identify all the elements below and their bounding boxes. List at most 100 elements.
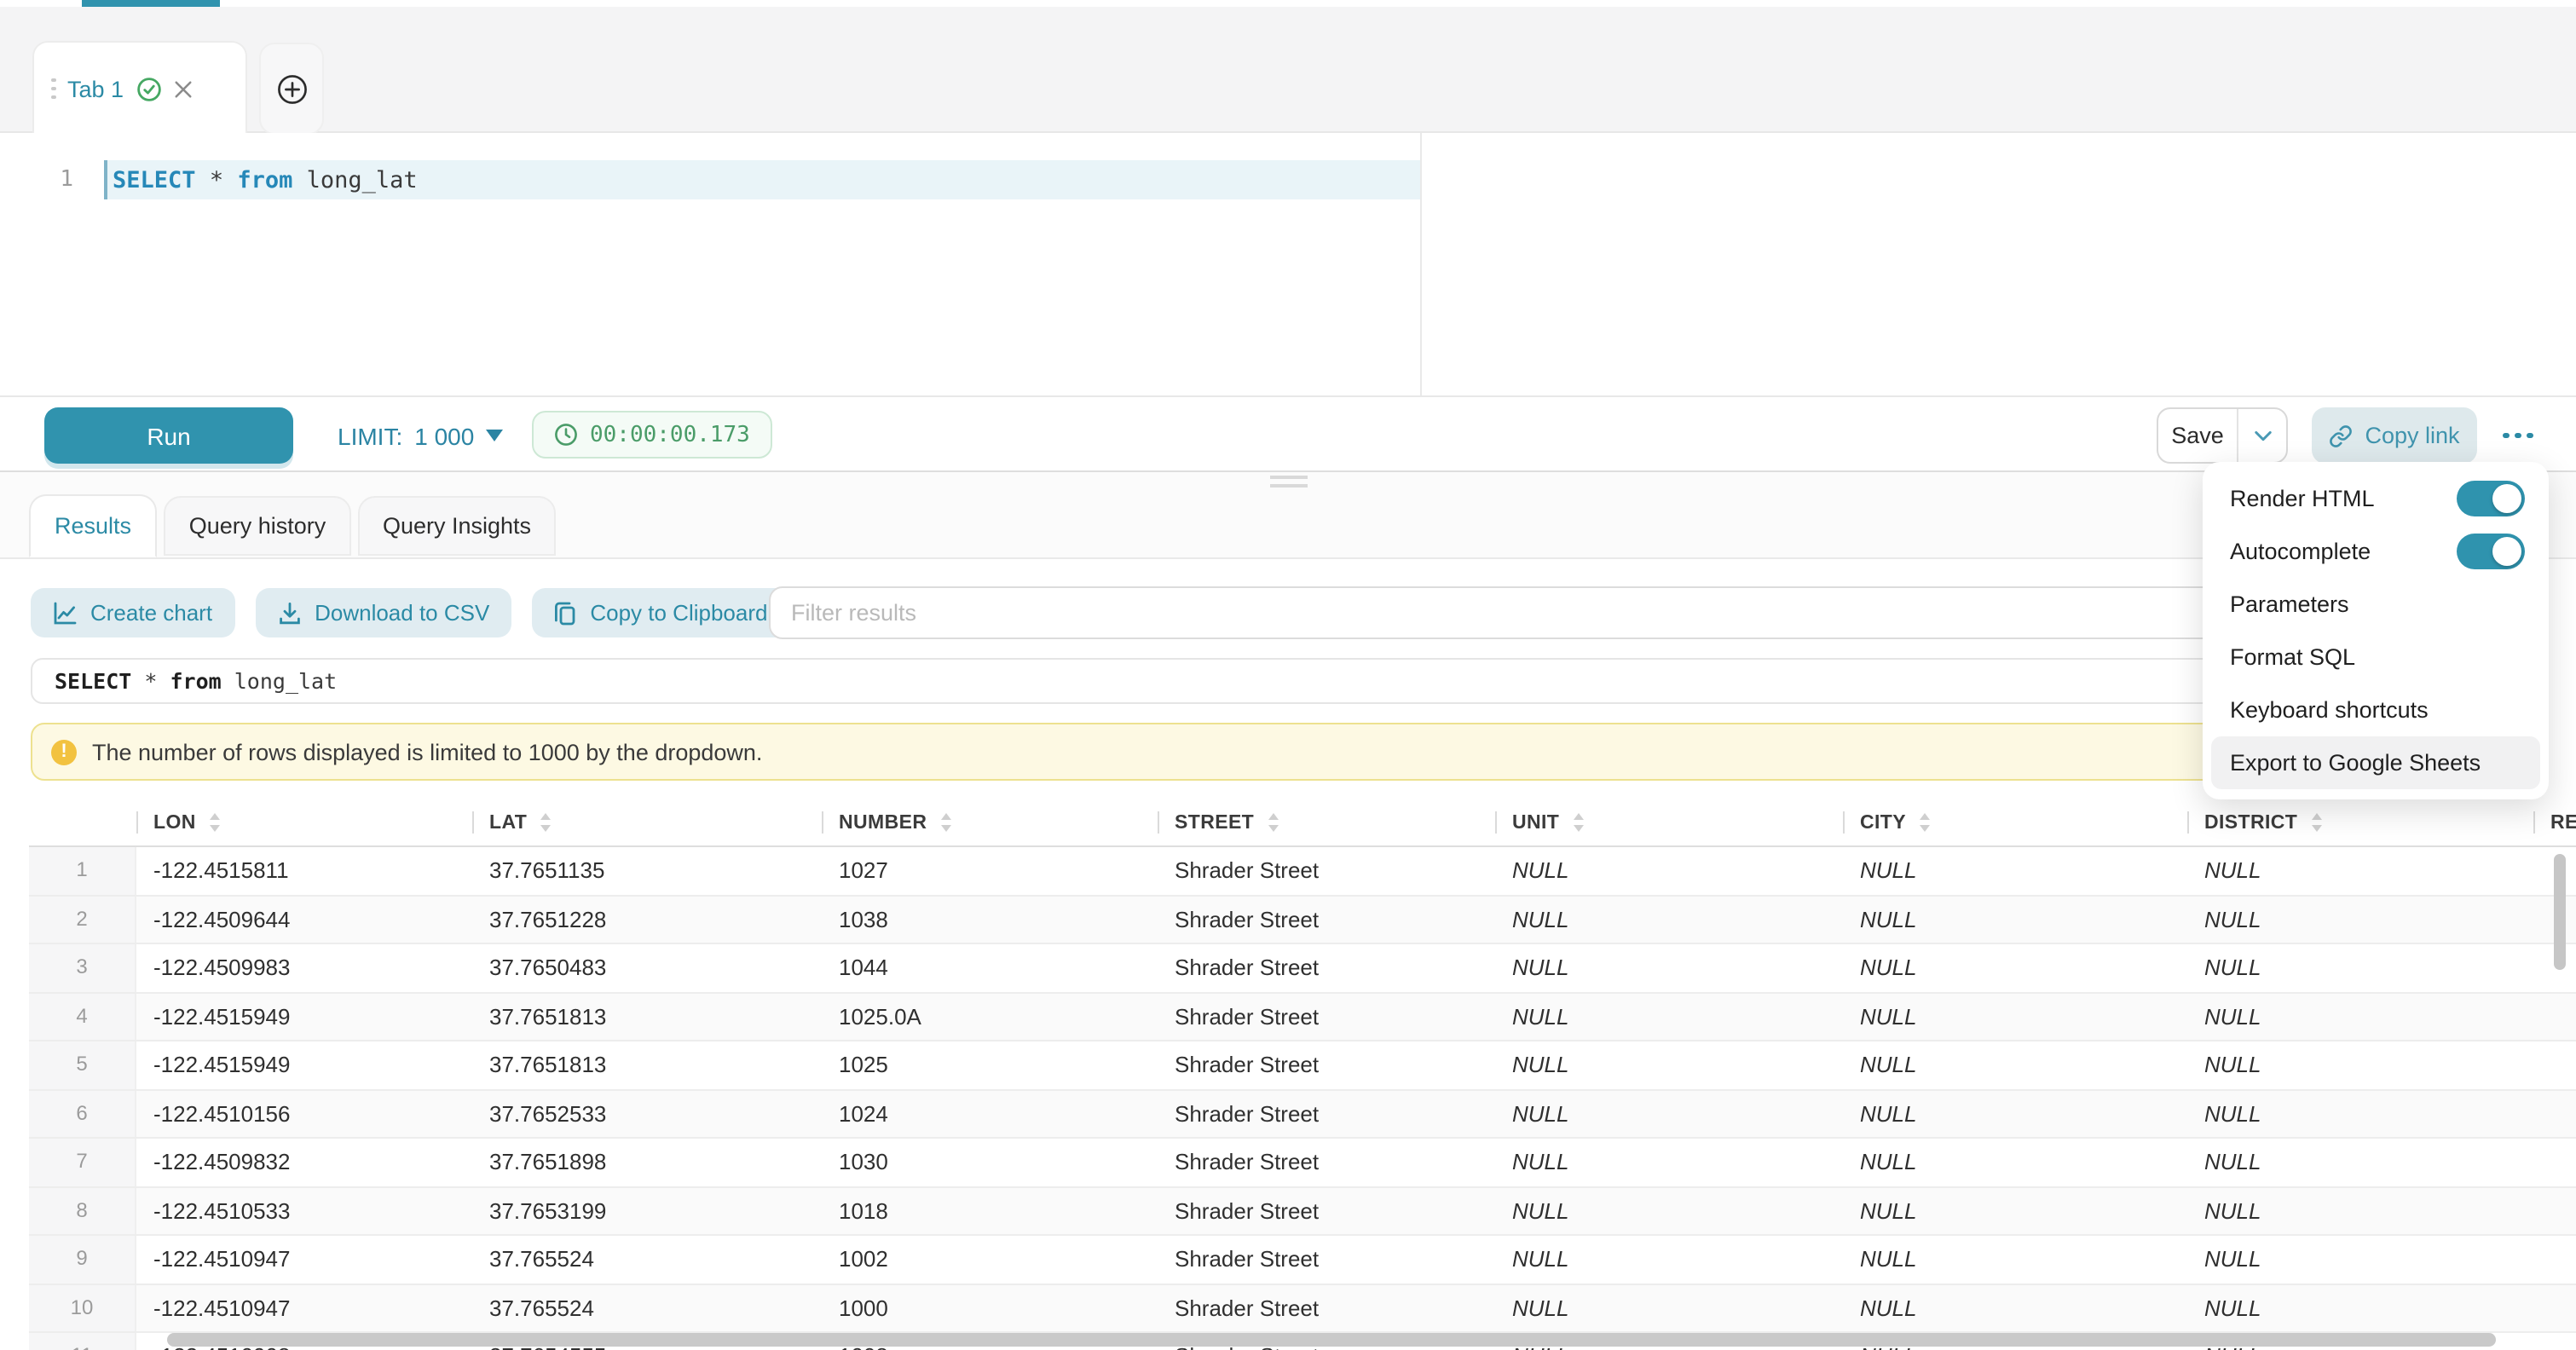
table-cell[interactable]: 1044 — [822, 944, 1158, 991]
render-html-toggle[interactable] — [2457, 481, 2525, 516]
table-cell[interactable]: NULL — [1495, 896, 1843, 943]
column-header-lon[interactable]: LON — [136, 799, 472, 845]
column-header-number[interactable]: NUMBER — [822, 799, 1158, 845]
save-options-button[interactable] — [2237, 409, 2286, 462]
table-cell[interactable]: NULL — [1843, 1041, 2187, 1088]
table-cell[interactable]: 1000 — [822, 1284, 1158, 1331]
table-cell[interactable]: NULL — [2187, 1236, 2533, 1283]
table-cell[interactable]: -122.4510156 — [136, 1090, 472, 1137]
menu-item-export-google-sheets[interactable]: Export to Google Sheets — [2211, 736, 2540, 789]
table-cell[interactable]: NULL — [2187, 1284, 2533, 1331]
table-cell[interactable]: 37.765524 — [472, 1284, 822, 1331]
tab-results[interactable]: Results — [29, 494, 157, 557]
table-cell[interactable]: NULL — [2187, 944, 2533, 991]
sql-editor[interactable]: 1 SELECT * from long_lat — [0, 133, 2576, 395]
table-cell[interactable]: Shrader Street — [1158, 896, 1495, 943]
table-cell[interactable]: Shrader Street — [1158, 1236, 1495, 1283]
editor-tab-1[interactable]: Tab 1 — [32, 41, 247, 135]
table-cell[interactable]: NULL — [2187, 896, 2533, 943]
table-cell[interactable]: 37.7651898 — [472, 1139, 822, 1186]
table-cell[interactable]: NULL — [2187, 847, 2533, 894]
code-line[interactable]: SELECT * from long_lat — [113, 167, 418, 194]
table-cell[interactable]: NULL — [1495, 944, 1843, 991]
table-cell[interactable] — [2533, 1333, 2576, 1350]
table-cell[interactable]: NULL — [1843, 1284, 2187, 1331]
tab-query-history[interactable]: Query history — [164, 496, 351, 556]
close-tab-icon[interactable] — [173, 79, 192, 98]
table-cell[interactable]: NULL — [1843, 1236, 2187, 1283]
table-cell[interactable]: 37.7651813 — [472, 993, 822, 1040]
drag-grip-icon[interactable] — [51, 78, 55, 100]
table-cell[interactable]: 1002 — [822, 1236, 1158, 1283]
pane-resize-handle[interactable] — [1270, 476, 1308, 493]
table-cell[interactable]: 1027 — [822, 847, 1158, 894]
copy-clipboard-button[interactable]: Copy to Clipboard — [532, 588, 789, 638]
table-cell[interactable]: NULL — [1495, 847, 1843, 894]
table-cell[interactable]: 37.7651135 — [472, 847, 822, 894]
tab-query-insights[interactable]: Query Insights — [358, 496, 556, 556]
table-cell[interactable]: NULL — [1495, 1090, 1843, 1137]
column-header-city[interactable]: CITY — [1843, 799, 2187, 845]
table-cell[interactable]: -122.4515949 — [136, 1041, 472, 1088]
table-cell[interactable]: NULL — [2187, 993, 2533, 1040]
table-cell[interactable]: -122.4510533 — [136, 1187, 472, 1234]
table-cell[interactable] — [2533, 993, 2576, 1040]
column-header-unit[interactable]: UNIT — [1495, 799, 1843, 845]
table-cell[interactable]: NULL — [1843, 896, 2187, 943]
table-cell[interactable]: NULL — [1495, 993, 1843, 1040]
download-csv-button[interactable]: Download to CSV — [255, 588, 511, 638]
table-cell[interactable]: -122.4509832 — [136, 1139, 472, 1186]
table-cell[interactable]: 1030 — [822, 1139, 1158, 1186]
table-cell[interactable]: 1024 — [822, 1090, 1158, 1137]
table-cell[interactable]: 1025 — [822, 1041, 1158, 1088]
table-cell[interactable]: -122.4515949 — [136, 993, 472, 1040]
table-cell[interactable]: NULL — [1495, 1041, 1843, 1088]
table-cell[interactable]: Shrader Street — [1158, 1284, 1495, 1331]
table-cell[interactable] — [2533, 1187, 2576, 1234]
column-header-district[interactable]: DISTRICT — [2187, 799, 2533, 845]
table-cell[interactable]: NULL — [1495, 1139, 1843, 1186]
table-cell[interactable]: NULL — [1843, 1139, 2187, 1186]
table-cell[interactable]: NULL — [1843, 847, 2187, 894]
table-cell[interactable]: Shrader Street — [1158, 847, 1495, 894]
table-cell[interactable]: NULL — [1843, 1187, 2187, 1234]
table-cell[interactable]: NULL — [1843, 944, 2187, 991]
menu-item-format-sql[interactable]: Format SQL — [2203, 631, 2549, 684]
table-cell[interactable]: NULL — [2187, 1139, 2533, 1186]
column-header-re[interactable]: RE — [2533, 799, 2576, 845]
table-cell[interactable]: -122.4510947 — [136, 1236, 472, 1283]
table-cell[interactable]: 37.7653199 — [472, 1187, 822, 1234]
table-cell[interactable] — [2533, 1090, 2576, 1137]
table-cell[interactable]: -122.4515811 — [136, 847, 472, 894]
table-cell[interactable] — [2533, 1139, 2576, 1186]
table-cell[interactable]: Shrader Street — [1158, 1041, 1495, 1088]
table-cell[interactable]: 37.7651813 — [472, 1041, 822, 1088]
table-cell[interactable]: Shrader Street — [1158, 1187, 1495, 1234]
table-cell[interactable]: NULL — [2187, 1041, 2533, 1088]
column-header-street[interactable]: STREET — [1158, 799, 1495, 845]
table-cell[interactable]: NULL — [2187, 1187, 2533, 1234]
more-options-button[interactable] — [2492, 407, 2544, 464]
copy-link-button[interactable]: Copy link — [2312, 407, 2477, 464]
table-cell[interactable]: -122.4510947 — [136, 1284, 472, 1331]
table-cell[interactable]: Shrader Street — [1158, 944, 1495, 991]
table-cell[interactable]: 1025.0A — [822, 993, 1158, 1040]
table-cell[interactable]: -122.4509983 — [136, 944, 472, 991]
table-cell[interactable]: NULL — [1495, 1187, 1843, 1234]
table-cell[interactable]: 37.765524 — [472, 1236, 822, 1283]
table-cell[interactable] — [2533, 1041, 2576, 1088]
horizontal-scrollbar[interactable] — [167, 1333, 2496, 1347]
table-cell[interactable] — [2533, 1284, 2576, 1331]
table-cell[interactable]: NULL — [1495, 1284, 1843, 1331]
menu-item-render-html[interactable]: Render HTML — [2203, 472, 2549, 525]
table-cell[interactable]: -122.4509644 — [136, 896, 472, 943]
menu-item-parameters[interactable]: Parameters — [2203, 578, 2549, 631]
table-cell[interactable] — [2533, 1236, 2576, 1283]
column-header-lat[interactable]: LAT — [472, 799, 822, 845]
table-cell[interactable]: Shrader Street — [1158, 1090, 1495, 1137]
limit-dropdown[interactable]: LIMIT: 1 000 — [338, 397, 503, 474]
table-cell[interactable]: 37.7651228 — [472, 896, 822, 943]
vertical-scrollbar[interactable] — [2554, 854, 2566, 970]
new-tab-button[interactable] — [259, 43, 324, 135]
create-chart-button[interactable]: Create chart — [31, 588, 234, 638]
